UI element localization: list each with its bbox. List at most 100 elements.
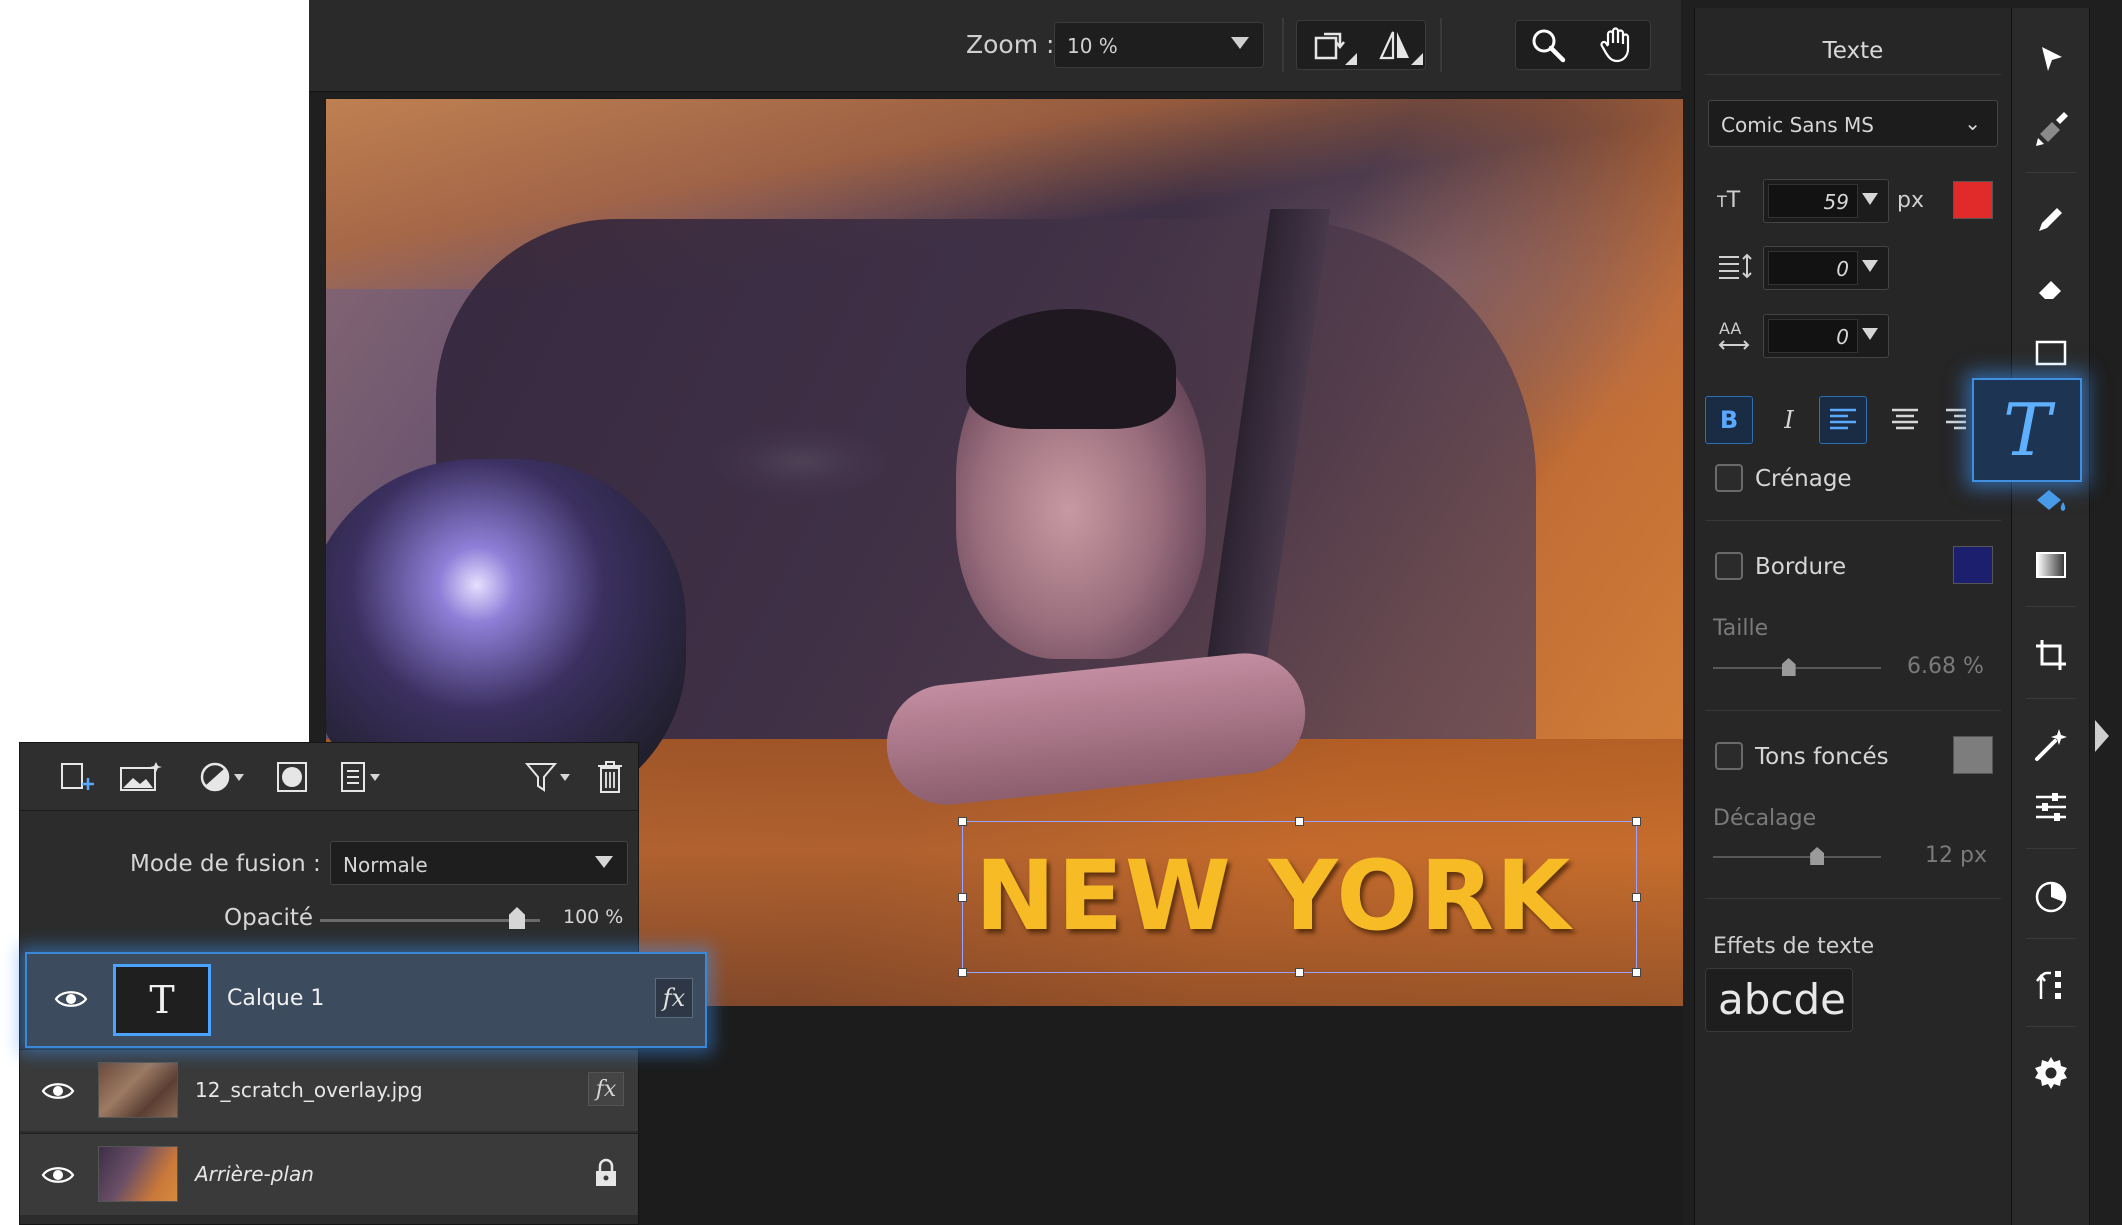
text-properties-panel: Texte Comic Sans MS ⌄ TT 59 px 0 AA 0 B … xyxy=(1694,8,2012,1225)
layer-row-active[interactable]: T Calque 1 fx xyxy=(25,952,707,1048)
layer-row[interactable]: 12_scratch_overlay.jpg fx xyxy=(20,1049,638,1131)
visibility-toggle[interactable] xyxy=(36,1076,80,1106)
align-center-button[interactable] xyxy=(1881,396,1929,444)
zoom-select[interactable]: 10 % xyxy=(1054,22,1264,68)
text-tool-button[interactable]: T xyxy=(1972,378,2082,482)
shadow-offset-slider-thumb[interactable] xyxy=(1810,847,1825,865)
visibility-toggle[interactable] xyxy=(49,984,93,1014)
delete-layer-button[interactable] xyxy=(590,755,630,799)
text-selection-box[interactable] xyxy=(958,817,1641,977)
italic-button[interactable]: I xyxy=(1765,396,1813,444)
layer-effects-button[interactable]: fx xyxy=(655,978,693,1018)
line-spacing-spinner[interactable]: 0 xyxy=(1763,246,1889,290)
toolbar-divider xyxy=(1440,18,1442,72)
person-hair xyxy=(966,309,1176,429)
layer-row[interactable]: Arrière-plan xyxy=(20,1133,638,1215)
crop-tool[interactable] xyxy=(2026,630,2076,680)
zoom-tool-button[interactable] xyxy=(1516,21,1580,69)
pan-tool-button[interactable] xyxy=(1584,21,1648,69)
text-color-swatch[interactable] xyxy=(1953,181,1993,219)
shadow-checkbox[interactable] xyxy=(1715,742,1743,770)
divider xyxy=(2026,606,2076,607)
gradient-tool[interactable] xyxy=(2026,540,2076,590)
text-effect-preset[interactable]: abcde xyxy=(1705,968,1853,1032)
new-layer-button[interactable] xyxy=(56,755,100,799)
align-left-button[interactable] xyxy=(1819,396,1867,444)
divider xyxy=(2026,698,2076,699)
collapse-panel-arrow[interactable] xyxy=(2095,720,2109,752)
text-layer-thumbnail: T xyxy=(113,964,211,1036)
resize-handle[interactable] xyxy=(958,893,967,902)
char-spacing-field[interactable]: 0 xyxy=(1768,319,1858,353)
add-mask-button[interactable] xyxy=(270,755,314,799)
resize-handle[interactable] xyxy=(1295,817,1304,826)
zoom-tool-icon xyxy=(1532,29,1566,63)
resize-handle[interactable] xyxy=(1632,893,1641,902)
blend-mode-select[interactable]: Normale xyxy=(330,841,628,885)
shadow-color-swatch[interactable] xyxy=(1953,736,1993,774)
color-tool[interactable] xyxy=(2026,872,2076,922)
char-spacing-spinner[interactable]: 0 xyxy=(1763,314,1889,358)
settings-button[interactable] xyxy=(2026,1048,2076,1098)
border-color-swatch[interactable] xyxy=(1953,546,1993,584)
char-spacing-value: 0 xyxy=(1836,325,1849,349)
shadow-label: Tons foncés xyxy=(1755,744,1889,770)
flip-button[interactable] xyxy=(1363,21,1427,69)
font-family-select[interactable]: Comic Sans MS ⌄ xyxy=(1708,100,1998,147)
brush-tool[interactable] xyxy=(2026,104,2076,154)
opacity-value: 100 % xyxy=(563,906,624,928)
font-family-value: Comic Sans MS xyxy=(1721,113,1874,137)
chevron-down-icon[interactable] xyxy=(1862,328,1878,340)
chevron-down-icon xyxy=(233,773,244,781)
shadow-offset-slider[interactable] xyxy=(1713,856,1881,858)
line-spacing-field[interactable]: 0 xyxy=(1768,251,1858,285)
chevron-down-icon[interactable] xyxy=(1862,193,1878,205)
border-size-slider[interactable] xyxy=(1713,667,1881,669)
font-size-field[interactable]: 59 xyxy=(1768,184,1858,218)
trash-icon xyxy=(598,761,622,793)
resize-handle[interactable] xyxy=(1632,968,1641,977)
new-image-layer-button[interactable] xyxy=(116,755,166,799)
zoom-value: 10 % xyxy=(1067,34,1118,58)
filter-icon xyxy=(524,763,557,792)
resize-handle[interactable] xyxy=(1632,817,1641,826)
rotate-icon xyxy=(1314,32,1345,60)
filter-layers-button[interactable] xyxy=(520,755,574,799)
resize-handle[interactable] xyxy=(1295,968,1304,977)
layer-options-button[interactable] xyxy=(332,755,386,799)
shadow-offset-value: 12 px xyxy=(1925,843,1987,868)
font-size-spinner[interactable]: 59 xyxy=(1763,179,1889,223)
magic-wand-tool[interactable] xyxy=(2026,720,2076,770)
fill-tool[interactable] xyxy=(2026,478,2076,528)
rotate-button[interactable] xyxy=(1297,21,1361,69)
image-layer-icon xyxy=(120,762,162,791)
resize-handle[interactable] xyxy=(958,817,967,826)
eye-icon xyxy=(41,1167,75,1183)
opacity-slider-thumb[interactable] xyxy=(509,907,525,929)
border-checkbox[interactable] xyxy=(1715,552,1743,580)
border-size-slider-thumb[interactable] xyxy=(1781,658,1796,676)
adjustment-layer-button[interactable] xyxy=(194,755,248,799)
kerning-checkbox[interactable] xyxy=(1715,464,1743,492)
visibility-toggle[interactable] xyxy=(36,1160,80,1190)
layer-lock-button[interactable] xyxy=(588,1156,624,1190)
adjustments-tool[interactable] xyxy=(2026,782,2076,832)
eraser-tool[interactable] xyxy=(2026,264,2076,314)
history-tool[interactable] xyxy=(2026,960,2076,1010)
transform-tool-group xyxy=(1296,20,1426,70)
pencil-tool[interactable] xyxy=(2026,194,2076,244)
opacity-slider[interactable] xyxy=(320,919,540,922)
align-right-button[interactable] xyxy=(1941,396,1971,444)
font-size-icon: TT xyxy=(1717,188,1741,213)
bold-button[interactable]: B xyxy=(1705,396,1753,444)
layer-name: 12_scratch_overlay.jpg xyxy=(195,1078,423,1102)
align-left-icon xyxy=(1830,408,1856,430)
rectangle-tool[interactable] xyxy=(2026,328,2076,378)
resize-handle[interactable] xyxy=(958,968,967,977)
chevron-down-icon: ⌄ xyxy=(1964,111,1981,135)
pointer-tool[interactable] xyxy=(2026,34,2076,84)
layer-effects-button[interactable]: fx xyxy=(588,1072,624,1106)
toolbar-divider xyxy=(1282,18,1284,72)
chevron-down-icon[interactable] xyxy=(1862,260,1878,272)
divider xyxy=(2026,172,2076,173)
